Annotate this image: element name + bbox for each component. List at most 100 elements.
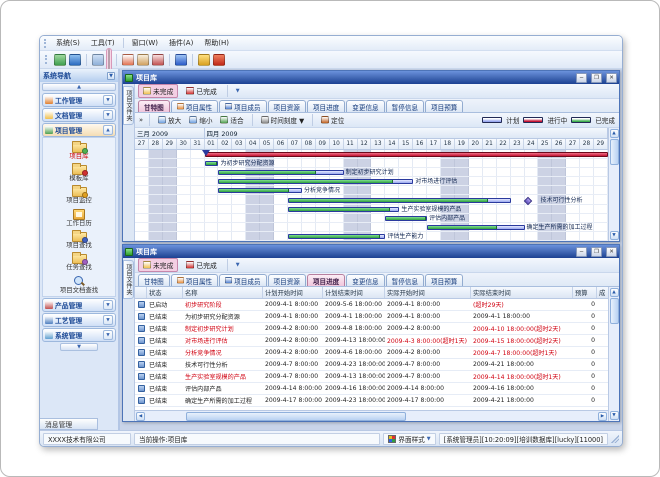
tab-甘特图[interactable]: 甘特图 (138, 100, 170, 112)
gantt-titlebar[interactable]: 项目库─❐✕ (123, 71, 619, 84)
help-icon[interactable] (175, 54, 187, 66)
table-hscrollbar[interactable]: ◀▶ (135, 410, 608, 421)
sidebar-collapse-button[interactable]: ▲ (42, 83, 116, 91)
open-folder-icon[interactable] (92, 54, 104, 66)
table-row[interactable]: 已结束生产实验室规模的产品2009-4-7 8:00:002009-4-13 1… (135, 371, 608, 383)
task-bar[interactable] (385, 216, 427, 221)
table-titlebar[interactable]: 项目库─❐✕ (123, 245, 619, 258)
sidebar-group-3[interactable]: 产品管理▼ (42, 298, 116, 312)
tab-项目预算[interactable]: 项目预算 (425, 100, 463, 112)
restore-button[interactable]: ❐ (591, 247, 602, 257)
menu-item-0[interactable]: 系统(S) (51, 37, 85, 49)
style-selector[interactable]: 界面样式 ▼ (383, 433, 435, 445)
table-row[interactable]: 已启动初步研究阶段2009-4-1 8:00:002009-5-6 18:00:… (135, 299, 608, 311)
gantt-vscrollbar[interactable]: ▲▼ (608, 128, 619, 241)
table-row[interactable]: 已结束制定初步研究计划2009-4-2 8:00:002009-4-8 18:0… (135, 323, 608, 335)
sidebar-item-2[interactable]: 项目监控 (43, 183, 115, 205)
menu-item-3[interactable]: 窗口(W) (127, 37, 163, 49)
scroll-down-button[interactable]: ▼ (610, 411, 619, 420)
sidebar-item-1[interactable]: 模板库 (43, 161, 115, 183)
sidebar-group-4[interactable]: 工艺管理▼ (42, 313, 116, 327)
close-button[interactable]: ✕ (606, 73, 617, 83)
table-side-tab[interactable]: 项目文件夹 (123, 260, 134, 299)
tab-甘特图[interactable]: 甘特图 (138, 274, 170, 286)
sidebar-group-0[interactable]: 工作管理▼ (42, 93, 116, 107)
exit-icon[interactable] (213, 54, 225, 66)
table-row[interactable]: 已结束分析竞争情况2009-4-2 8:00:002009-4-6 18:00:… (135, 347, 608, 359)
column-header-名称[interactable]: 名称 (183, 287, 263, 298)
doc-edit-icon[interactable] (137, 54, 149, 66)
lock-icon[interactable] (198, 54, 210, 66)
toolbar-overflow-icon[interactable]: » (139, 116, 143, 124)
tab-变更信息[interactable]: 变更信息 (346, 100, 384, 112)
scroll-up-button[interactable]: ▲ (610, 129, 619, 138)
column-header-成[interactable]: 成 (597, 287, 608, 298)
gantt-tool-fit[interactable]: 适合 (218, 115, 245, 125)
tab-项目成员[interactable]: 项目成员 (219, 274, 266, 286)
scroll-thumb[interactable] (610, 298, 619, 324)
column-header-计划开始时间[interactable]: 计划开始时间 (263, 287, 323, 298)
hscroll-thumb[interactable] (186, 412, 406, 421)
minimize-button[interactable]: ─ (576, 73, 587, 83)
task-bar[interactable] (288, 234, 385, 239)
scroll-left-button[interactable]: ◀ (136, 412, 145, 421)
filter-finished-button[interactable]: 已完成 (181, 84, 221, 98)
task-bar[interactable] (218, 170, 343, 175)
scroll-right-button[interactable]: ▶ (598, 412, 607, 421)
task-bar[interactable] (218, 188, 301, 193)
sidebar-group-1[interactable]: 文档管理▼ (42, 108, 116, 122)
filter-unfinished-button[interactable]: 未完成 (138, 258, 178, 272)
column-header-状态[interactable]: 状态 (147, 287, 183, 298)
chevron-down-icon[interactable]: ▼ (103, 110, 113, 120)
task-bar[interactable] (205, 161, 219, 166)
gantt-side-tab[interactable]: 项目文件夹 (123, 86, 134, 125)
column-header-实际结束时间[interactable]: 实际结束时间 (471, 287, 573, 298)
column-header-计划结束时间[interactable]: 计划结束时间 (323, 287, 385, 298)
tab-项目进度[interactable]: 项目进度 (307, 100, 345, 112)
tab-项目资源[interactable]: 项目资源 (268, 100, 306, 112)
menu-item-1[interactable]: 工具(T) (86, 37, 120, 49)
chevron-down-icon[interactable]: ▼ (103, 315, 113, 325)
project-summary-bar[interactable] (205, 152, 608, 157)
task-bar[interactable] (427, 225, 524, 230)
pin-icon[interactable]: ▼ (107, 72, 115, 80)
chevron-up-icon[interactable]: ▲ (103, 125, 113, 135)
scroll-thumb[interactable] (610, 139, 619, 165)
sidebar-group-5[interactable]: 系统管理▼ (42, 328, 116, 342)
gantt-tool-zoom-out[interactable]: 缩小 (187, 115, 214, 125)
table-row[interactable]: 已结束技术可行性分析2009-4-7 8:00:002009-4-23 18:0… (135, 359, 608, 371)
connect-icon[interactable] (54, 54, 66, 66)
chevron-down-icon[interactable]: ▼ (103, 300, 113, 310)
tab-变更信息[interactable]: 变更信息 (346, 274, 384, 286)
filter-dropdown-icon[interactable]: ▼ (233, 262, 243, 268)
tab-暂停信息[interactable]: 暂停信息 (386, 274, 424, 286)
table-row[interactable]: 已结束评估内部产品2009-4-14 8:00:002009-4-16 18:0… (135, 383, 608, 395)
filter-dropdown-icon[interactable]: ▼ (233, 88, 243, 94)
menu-item-5[interactable]: 帮助(H) (199, 37, 234, 49)
sidebar-item-3[interactable]: 工作日历 (43, 205, 115, 228)
doc-delete-icon[interactable] (152, 54, 164, 66)
sidebar-item-4[interactable]: 项目查找 (43, 228, 115, 250)
sidebar-item-0[interactable]: 项目库 (43, 139, 115, 161)
minimize-button[interactable]: ─ (576, 247, 587, 257)
sidebar-item-6[interactable]: 项目文档查找 (43, 272, 115, 295)
save-icon[interactable] (108, 49, 110, 70)
resize-grip[interactable] (611, 435, 619, 443)
close-button[interactable]: ✕ (606, 247, 617, 257)
sidebar-item-5[interactable]: 任务查找 (43, 250, 115, 272)
gantt-tool-locate[interactable]: 定位 (319, 115, 346, 125)
gantt-tool-zoom-in[interactable]: 放大 (156, 115, 183, 125)
scroll-down-button[interactable]: ▼ (610, 231, 619, 240)
tab-项目属性[interactable]: 项目属性 (171, 100, 218, 112)
chevron-down-icon[interactable]: ▼ (103, 330, 113, 340)
task-bar[interactable] (218, 179, 413, 184)
tab-项目进度[interactable]: 项目进度 (307, 274, 345, 286)
tab-项目预算[interactable]: 项目预算 (425, 274, 463, 286)
column-header-预算[interactable]: 预算 (573, 287, 597, 298)
tab-message-management[interactable]: 消息管理 (40, 418, 98, 430)
sidebar-overflow-button[interactable]: ▼ (60, 343, 98, 351)
menu-item-4[interactable]: 插件(A) (164, 37, 198, 49)
tab-项目属性[interactable]: 项目属性 (171, 274, 218, 286)
filter-finished-button[interactable]: 已完成 (181, 258, 221, 272)
table-row[interactable]: 已结束确定生产所需的加工过程2009-4-17 8:00:002009-4-23… (135, 395, 608, 407)
